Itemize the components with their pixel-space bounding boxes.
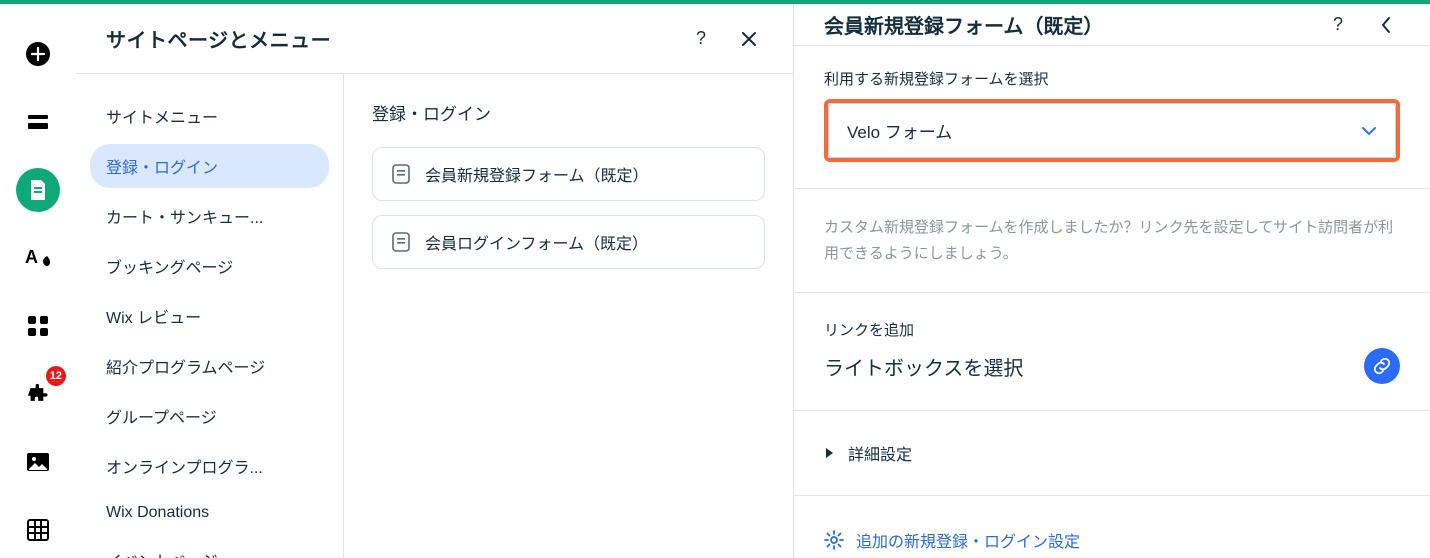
link-block: リンクを追加 ライトボックスを選択 [824, 319, 1400, 384]
sidebar-item-cart-thankyou[interactable]: カート・サンキュー... [90, 194, 329, 238]
chevron-left-icon [1380, 16, 1392, 34]
sidebar-item-donations[interactable]: Wix Donations [90, 494, 329, 532]
divider [794, 188, 1430, 189]
sidebar-item-referral[interactable]: 紹介プログラムページ [90, 344, 329, 388]
additional-settings-link[interactable]: 追加の新規登録・ログイン設定 [824, 522, 1400, 558]
form-icon [391, 232, 411, 252]
image-icon [26, 452, 50, 472]
sidebar-item-online-programs[interactable]: オンラインプログラ... [90, 444, 329, 488]
rail-apps-button[interactable] [16, 304, 60, 348]
page-category-sidebar: サイトメニュー 登録・ログイン カート・サンキュー... ブッキングページ Wi… [76, 74, 344, 558]
gear-icon [824, 530, 844, 550]
page-row-label: 会員新規登録フォーム（既定） [425, 162, 649, 186]
sidebar-item-signup-login[interactable]: 登録・ログイン [90, 144, 329, 188]
form-select-highlight: Velo フォーム [824, 99, 1400, 162]
sidebar-item-booking[interactable]: ブッキングページ [90, 244, 329, 288]
help-button[interactable]: ? [687, 25, 715, 53]
puzzle-icon [26, 382, 50, 406]
close-button[interactable] [735, 25, 763, 53]
additional-settings-label: 追加の新規登録・ログイン設定 [856, 528, 1080, 552]
grid-icon [27, 519, 49, 541]
link-main-label: ライトボックスを選択 [824, 352, 1023, 381]
rail-plugins-button[interactable]: 12 [16, 372, 60, 416]
settings-panel: 会員新規登録フォーム（既定） ? 利用する新規登録フォームを選択 Velo フォ… [794, 4, 1430, 558]
apps-icon [27, 315, 49, 337]
rail-theme-button[interactable]: A [16, 236, 60, 280]
theme-icon: A [25, 247, 51, 269]
chevron-down-icon [1361, 121, 1377, 141]
rail-add-button[interactable] [16, 32, 60, 76]
form-select[interactable]: Velo フォーム [828, 103, 1396, 158]
divider [794, 410, 1430, 411]
page-list-content: 登録・ログイン 会員新規登録フォーム（既定） 会員ログインフォーム（既定） [344, 74, 793, 558]
page-row-login-form[interactable]: 会員ログインフォーム（既定） [372, 215, 765, 269]
form-select-value: Velo フォーム [847, 118, 952, 143]
divider [794, 495, 1430, 496]
sidebar-item-site-menu[interactable]: サイトメニュー [90, 94, 329, 138]
page-list-heading: 登録・ログイン [372, 100, 765, 125]
page-row-signup-form[interactable]: 会員新規登録フォーム（既定） [372, 147, 765, 201]
triangle-right-icon [824, 447, 834, 459]
sidebar-item-events[interactable]: イベントページ [90, 538, 329, 558]
help-icon: ? [696, 28, 706, 49]
divider [794, 292, 1430, 293]
settings-panel-header: 会員新規登録フォーム（既定） ? [794, 4, 1430, 46]
sidebar-item-groups[interactable]: グループページ [90, 394, 329, 438]
custom-form-hint: カスタム新規登録フォームを作成しましたか？リンク先を設定してサイト訪問者が利用で… [824, 215, 1400, 266]
rail-pages-button[interactable] [16, 168, 60, 212]
link-edit-button[interactable] [1364, 348, 1400, 384]
rail-data-button[interactable] [16, 508, 60, 552]
layers-icon [26, 113, 50, 131]
form-select-label: 利用する新規登録フォームを選択 [824, 68, 1400, 89]
page-row-label: 会員ログインフォーム（既定） [425, 230, 648, 254]
sidebar-item-reviews[interactable]: Wix レビュー [90, 294, 329, 338]
svg-text:A: A [25, 247, 38, 267]
pages-panel-header: サイトページとメニュー ? [76, 4, 793, 74]
settings-panel-title: 会員新規登録フォーム（既定） [824, 10, 1103, 39]
link-icon [1373, 357, 1391, 375]
page-icon [27, 178, 49, 202]
link-sub-label: リンクを追加 [824, 319, 1400, 340]
rail-plugins-badge: 12 [46, 366, 66, 386]
rail-media-button[interactable] [16, 440, 60, 484]
accordion-label: 詳細設定 [848, 441, 912, 465]
plus-circle-icon [25, 41, 51, 67]
advanced-settings-accordion[interactable]: 詳細設定 [824, 437, 1400, 469]
pages-panel: サイトページとメニュー ? サイトメニュー 登録・ログイン カート・サンキュー.… [76, 4, 794, 558]
form-icon [391, 164, 411, 184]
close-icon [741, 31, 757, 47]
help-button[interactable]: ? [1324, 11, 1352, 39]
back-button[interactable] [1372, 11, 1400, 39]
rail-layers-button[interactable] [16, 100, 60, 144]
help-icon: ? [1333, 14, 1343, 35]
left-icon-rail: A 12 [0, 4, 76, 558]
pages-panel-title: サイトページとメニュー [106, 24, 331, 53]
